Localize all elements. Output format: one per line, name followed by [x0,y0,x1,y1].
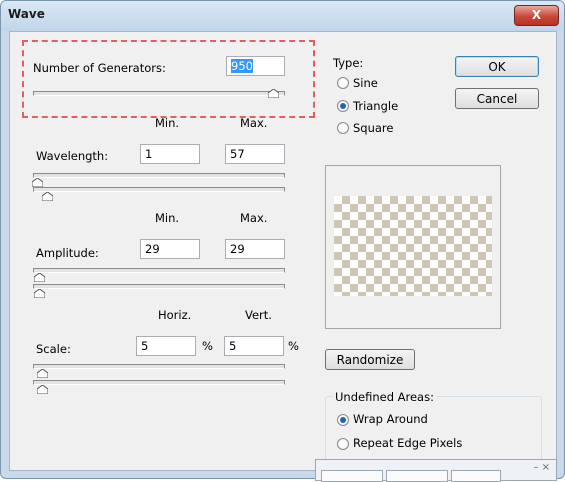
preview-frame [325,165,501,329]
repeat-edge-pixels-radio[interactable] [337,438,349,450]
amplitude-max-header: Max. [240,211,268,225]
randomize-button[interactable]: Randomize [325,349,415,370]
title-bar: Wave X [1,1,564,31]
wrap-around-label: Wrap Around [353,412,428,426]
scale-vert-slider-track[interactable] [33,380,285,385]
ok-button[interactable]: OK [455,56,539,77]
scale-horiz-input[interactable]: 5 [136,336,196,356]
wavelength-min-slider-thumb[interactable] [32,178,43,187]
type-triangle-radio[interactable] [337,100,349,112]
scale-vert-unit: % [288,339,299,353]
type-square-label: Square [353,121,394,135]
wavelength-max-slider-thumb[interactable] [42,192,53,201]
type-label: Type: [333,56,364,70]
preview-image [334,196,492,296]
repeat-edge-pixels-label: Repeat Edge Pixels [353,436,463,450]
scale-label: Scale: [36,342,71,356]
type-square-radio[interactable] [337,122,349,134]
panel-tab[interactable] [386,470,448,482]
wrap-around-radio[interactable] [337,414,349,426]
panel-window-controls[interactable]: – × [533,462,550,473]
scale-horiz-slider-thumb[interactable] [37,369,48,378]
undefined-areas-group [325,396,542,468]
wavelength-min-header: Min. [155,116,180,130]
generators-label: Number of Generators: [33,61,166,75]
amplitude-max-slider-track[interactable] [33,284,285,289]
cancel-button[interactable]: Cancel [455,88,539,109]
close-button[interactable]: X [514,5,559,26]
amplitude-min-slider-track[interactable] [33,268,285,273]
amplitude-label: Amplitude: [36,246,99,260]
wavelength-max-input[interactable]: 57 [225,144,285,164]
wavelength-min-input[interactable]: 1 [140,144,200,164]
type-triangle-label: Triangle [353,99,399,113]
amplitude-min-header: Min. [155,211,180,225]
undefined-areas-label: Undefined Areas: [333,390,436,404]
panel-tab[interactable] [321,470,383,482]
generators-highlight [22,40,315,118]
window-title: Wave [8,7,45,21]
wavelength-min-slider-track[interactable] [33,173,285,178]
scale-vert-header: Vert. [245,308,272,322]
scale-vert-slider-thumb[interactable] [37,385,48,394]
wavelength-max-slider-track[interactable] [33,187,285,192]
amplitude-max-input[interactable]: 29 [225,239,285,259]
close-icon: X [531,8,542,22]
wavelength-max-header: Max. [240,116,268,130]
overlapping-panel: – × [315,459,557,482]
type-sine-label: Sine [353,76,378,90]
amplitude-min-input[interactable]: 29 [140,239,200,259]
amplitude-min-slider-thumb[interactable] [34,273,45,282]
wavelength-label: Wavelength: [36,149,109,163]
amplitude-max-slider-thumb[interactable] [34,289,45,298]
scale-vert-input[interactable]: 5 [224,336,284,356]
scale-horiz-slider-track[interactable] [33,364,285,369]
type-sine-radio[interactable] [337,77,349,89]
generators-slider-track[interactable] [33,91,285,96]
scale-horiz-header: Horiz. [158,308,192,322]
generators-input[interactable]: 950 [226,56,285,76]
scale-horiz-unit: % [202,339,213,353]
panel-tab[interactable] [451,470,501,482]
generators-slider-thumb[interactable] [268,89,279,98]
